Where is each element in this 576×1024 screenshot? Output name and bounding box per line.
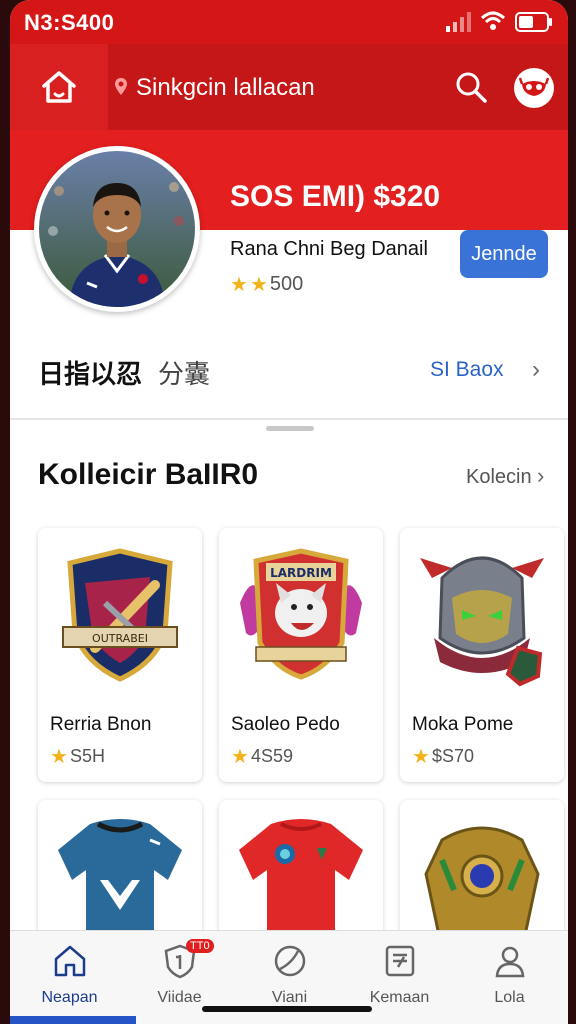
jersey-image bbox=[219, 800, 383, 950]
crest-icon: OUTRABEI bbox=[62, 548, 178, 682]
wolf-crest-icon: LARDRIM bbox=[240, 548, 362, 680]
profile-rating: ★ ★ 500 bbox=[230, 272, 303, 297]
profile-subtitle: Rana Chni Beg Danail bbox=[230, 238, 428, 260]
armor-chest-icon bbox=[424, 826, 540, 940]
section-link[interactable]: SI Baox bbox=[430, 358, 504, 382]
home-indicator[interactable] bbox=[202, 1006, 372, 1012]
star-icon: ★ bbox=[231, 746, 249, 768]
armor-image bbox=[400, 800, 564, 950]
section-sublabel: 分囊 bbox=[158, 359, 211, 389]
join-button[interactable]: Jennde bbox=[460, 230, 548, 278]
collection-card[interactable] bbox=[38, 800, 202, 950]
collection-card[interactable]: Moka Pome ★ $S70 bbox=[400, 528, 564, 782]
search-icon[interactable] bbox=[454, 70, 488, 104]
profile-title: SOS EMI) $320 bbox=[230, 180, 441, 213]
chevron-right-icon[interactable]: › bbox=[532, 356, 540, 384]
card-name: Rerria Bnon bbox=[50, 714, 152, 735]
document-icon bbox=[385, 945, 415, 977]
app-screen: N3:S400 Sinkgcin lallacan SOS EMI) $320 … bbox=[10, 0, 568, 1024]
star-icon: ★ bbox=[412, 746, 430, 768]
collection-card[interactable]: LARDRIM Saoleo Pedo ★ 4S59 bbox=[219, 528, 383, 782]
badge-image bbox=[400, 528, 564, 698]
badge-image: OUTRABEI bbox=[38, 528, 202, 698]
section-row: 日指以忍 分囊 SI Baox › bbox=[10, 340, 568, 400]
card-price: ★ 4S59 bbox=[231, 744, 293, 769]
section-label: 日指以忍 bbox=[38, 359, 143, 389]
jersey-image bbox=[38, 800, 202, 950]
home-icon bbox=[42, 71, 76, 103]
svg-text:LARDRIM: LARDRIM bbox=[270, 566, 332, 580]
armor-helmet-icon bbox=[420, 556, 544, 687]
battery-icon bbox=[515, 12, 552, 32]
star-icon: ★ bbox=[230, 274, 248, 296]
star-icon: ★ bbox=[249, 274, 268, 296]
jersey-icon bbox=[239, 819, 363, 940]
card-price: ★ $S70 bbox=[412, 744, 474, 769]
nav-label: Viani bbox=[271, 989, 308, 1006]
home-icon bbox=[54, 945, 86, 977]
collection-card[interactable] bbox=[400, 800, 564, 950]
nav-label: Viidae bbox=[157, 989, 202, 1006]
mask-icon bbox=[519, 77, 549, 96]
card-name: Saoleo Pedo bbox=[231, 714, 340, 735]
app-header: Sinkgcin lallacan bbox=[10, 44, 568, 130]
active-tab-indicator bbox=[10, 1016, 136, 1024]
nav-item-profile[interactable]: Lola bbox=[454, 931, 565, 1024]
ball-icon bbox=[274, 945, 306, 977]
player-avatar[interactable] bbox=[34, 146, 200, 312]
badge-image: LARDRIM bbox=[219, 528, 383, 698]
nav-item-home[interactable]: Neapan bbox=[14, 931, 125, 1024]
nav-label: Kemaan bbox=[369, 989, 430, 1006]
divider bbox=[10, 418, 568, 420]
wifi-icon bbox=[480, 11, 506, 30]
profile-icon bbox=[495, 946, 525, 978]
svg-text:OUTRABEI: OUTRABEI bbox=[92, 632, 148, 645]
star-icon: ★ bbox=[50, 746, 68, 768]
drag-handle[interactable] bbox=[266, 426, 314, 431]
card-price-value: 4S59 bbox=[250, 746, 293, 766]
card-price-value: S5H bbox=[69, 746, 105, 766]
player-photo bbox=[39, 151, 195, 307]
rating-value: 500 bbox=[269, 273, 304, 295]
signal-icon bbox=[446, 12, 471, 32]
status-time: N3:S400 bbox=[24, 10, 115, 35]
collection-title: Kolleicir BaIIR0 bbox=[38, 458, 259, 491]
status-bar: N3:S400 bbox=[10, 0, 568, 44]
location-pin-icon bbox=[115, 78, 127, 95]
notification-badge: TT0 bbox=[186, 939, 214, 953]
card-name: Moka Pome bbox=[412, 714, 514, 735]
collection-card[interactable]: OUTRABEI Rerria Bnon ★ S5H bbox=[38, 528, 202, 782]
card-price: ★ S5H bbox=[50, 744, 105, 769]
home-button[interactable] bbox=[10, 44, 108, 130]
header-title: Sinkgcin lallacan bbox=[136, 74, 315, 101]
profile-menu-button[interactable] bbox=[514, 68, 554, 108]
collection-card[interactable] bbox=[219, 800, 383, 950]
chevron-right-icon[interactable]: › bbox=[537, 463, 544, 489]
nav-label: Neapan bbox=[41, 989, 98, 1006]
collection-link[interactable]: Kolecin bbox=[466, 466, 532, 489]
nav-label: Lola bbox=[494, 989, 525, 1006]
card-price-value: $S70 bbox=[431, 746, 474, 766]
jersey-icon bbox=[58, 819, 182, 940]
